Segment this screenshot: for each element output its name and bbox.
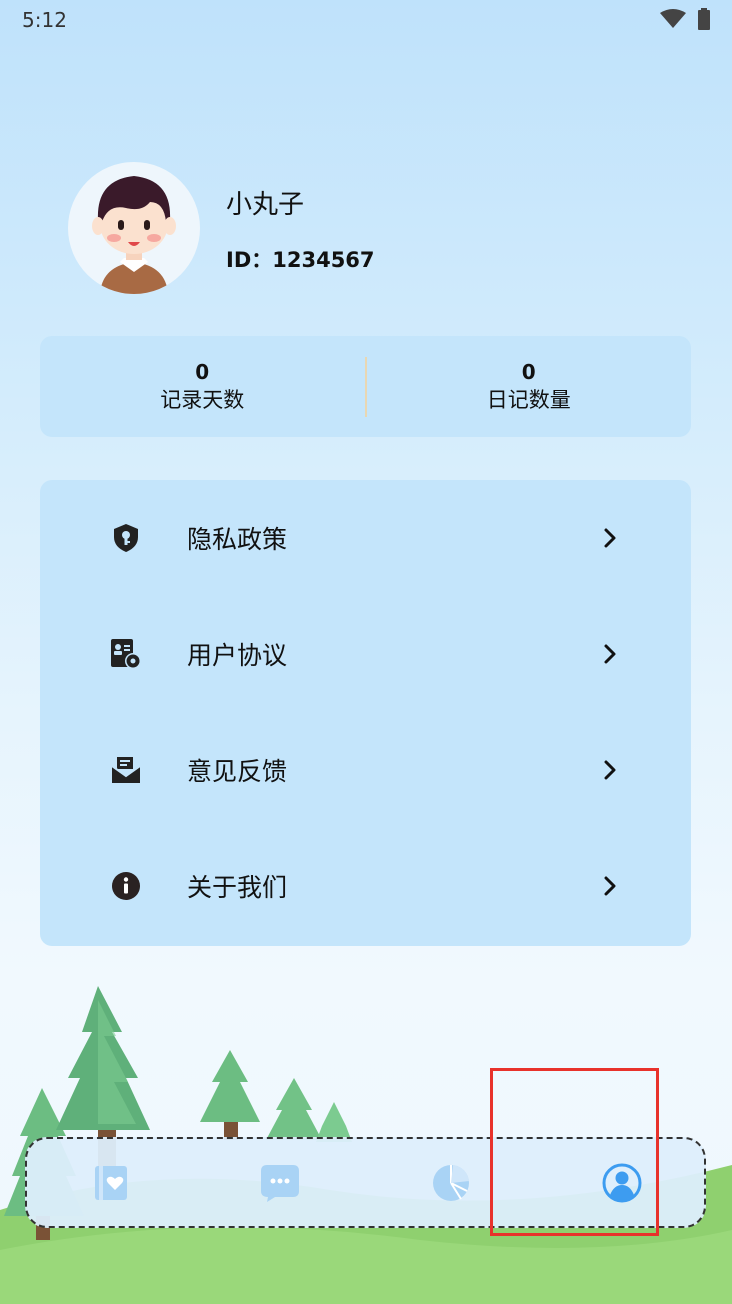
menu-label: 隐私政策 (187, 525, 288, 554)
menu-label: 用户协议 (187, 641, 288, 670)
chat-bubble-icon (261, 1165, 299, 1202)
stat-record-days[interactable]: 0 记录天数 (40, 359, 365, 415)
wifi-icon (660, 9, 686, 28)
chevron-right-icon (604, 876, 616, 896)
menu-item-privacy-policy[interactable]: 隐私政策 (40, 480, 691, 596)
stat-diary-count[interactable]: 0 日记数量 (367, 359, 692, 415)
user-agreement-icon (108, 636, 144, 672)
avatar[interactable] (68, 162, 200, 294)
highlight-box (490, 1068, 659, 1236)
user-id: ID：1234567 (226, 248, 375, 272)
status-time: 5:12 (22, 8, 67, 32)
stats-card: 0 记录天数 0 日记数量 (40, 336, 691, 437)
menu-item-about-us[interactable]: 关于我们 (40, 828, 691, 944)
nav-diary[interactable] (89, 1161, 133, 1205)
chevron-right-icon (604, 644, 616, 664)
menu-item-feedback[interactable]: 意见反馈 (40, 712, 691, 828)
diary-book-icon (95, 1166, 127, 1200)
menu-label: 关于我们 (187, 873, 288, 902)
status-icons (660, 8, 710, 30)
mail-feedback-icon (108, 752, 144, 788)
menu-item-user-agreement[interactable]: 用户协议 (40, 596, 691, 712)
stat-value: 0 (521, 359, 536, 384)
status-bar: 5:12 (0, 0, 732, 40)
pie-chart-icon (433, 1165, 469, 1201)
nickname: 小丸子 (226, 190, 305, 220)
battery-icon (698, 8, 710, 30)
menu-card: 隐私政策 用户协议 意见反馈 关于我们 (40, 480, 691, 946)
menu-label: 意见反馈 (187, 757, 288, 786)
stat-label: 记录天数 (160, 387, 245, 412)
chevron-right-icon (604, 760, 616, 780)
shield-key-icon (108, 520, 144, 556)
nav-chat[interactable] (258, 1161, 302, 1205)
stat-value: 0 (195, 359, 210, 384)
nav-statistics[interactable] (429, 1161, 473, 1205)
chevron-right-icon (604, 528, 616, 548)
stat-label: 日记数量 (486, 387, 571, 412)
info-icon (108, 868, 144, 904)
